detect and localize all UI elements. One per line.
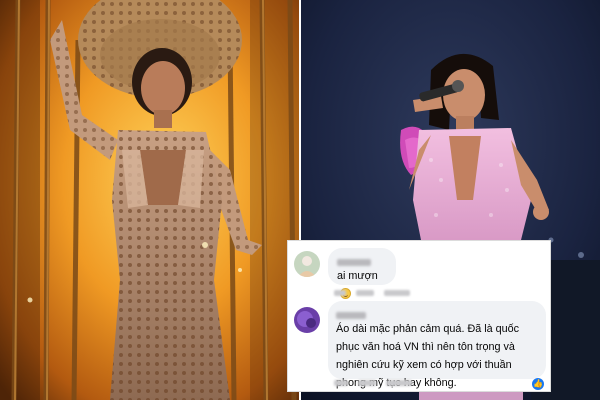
comment-item: Áo dài mặc phản cảm quá. Đã là quốc phục… [294,301,546,391]
comment-actions [334,380,412,386]
like-action-blurred[interactable] [356,290,374,296]
comment-text: ai mượn [337,270,378,282]
like-reaction-icon: 👍 [532,378,544,390]
reply-action-blurred[interactable] [386,380,412,386]
comments-panel: ai mượn Áo dài mặc phản cảm quá. Đã là q… [287,240,551,392]
comment-author-blurred[interactable] [337,253,387,266]
left-photo-golden-ao-dai [0,0,299,400]
comment-time-blurred [334,380,348,386]
comment-actions [334,290,410,296]
avatar[interactable] [294,307,320,333]
comment-bubble: ai mượn [328,248,396,299]
like-action-blurred[interactable] [358,380,376,386]
comment-author-blurred[interactable] [336,306,538,319]
comment-time-blurred [334,290,346,296]
avatar[interactable] [294,251,320,277]
comment-bubble: Áo dài mặc phản cảm quá. Đã là quốc phục… [328,301,546,389]
comment-item: ai mượn [294,248,544,300]
reply-action-blurred[interactable] [384,290,410,296]
